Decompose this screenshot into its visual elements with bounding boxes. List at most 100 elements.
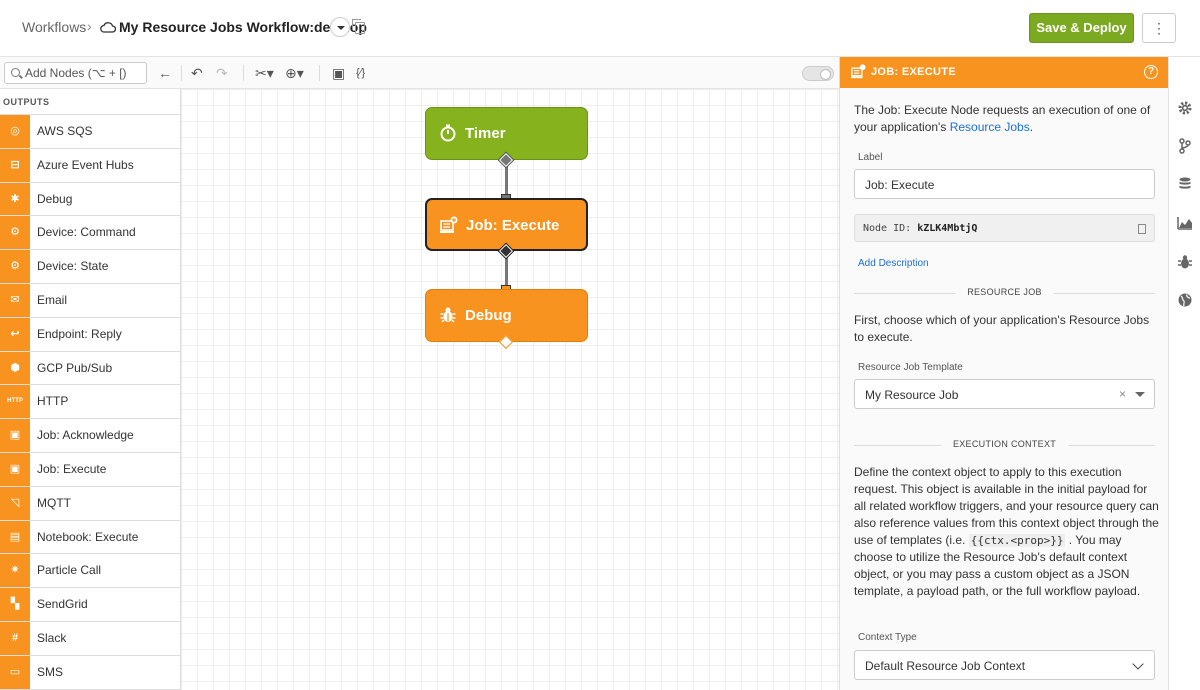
sidebar-item-endpoint-reply[interactable]: ↩ Endpoint: Reply (0, 317, 180, 352)
icon-glyph: # (11, 631, 19, 644)
aws-sqs-icon: ◎ (0, 115, 30, 148)
sidebar-item-label: Azure Event Hubs (37, 157, 134, 172)
sidebar-section-header: OUTPUTS (0, 89, 180, 115)
sidebar-item-label: Endpoint: Reply (37, 326, 122, 341)
zoom-icon[interactable]: ⊕▾ (285, 64, 304, 82)
panel-header: JOB: EXECUTE ? (840, 57, 1169, 88)
back-arrow-icon[interactable]: ← (158, 64, 172, 82)
icon-glyph: ⊟ (10, 158, 20, 171)
copy-icon[interactable] (1138, 224, 1146, 234)
chart-icon[interactable] (1177, 215, 1193, 231)
context-type-select[interactable]: Default Resource Job Context (854, 650, 1155, 680)
panel-intro: The Job: Execute Node requests an execut… (854, 102, 1159, 136)
sidebar-item-email[interactable]: ✉ Email (0, 283, 180, 318)
sidebar-item-label: Device: Command (37, 225, 136, 240)
canvas-toolbar: ← ↶ ↷ ✂▾ ⊕▾ ▣ {⁄} (0, 57, 839, 89)
chevron-down-icon[interactable] (1132, 658, 1144, 670)
canvas-toggle[interactable] (802, 66, 834, 81)
icon-glyph: ↩ (10, 327, 20, 340)
section-title: RESOURCE JOB (955, 287, 1054, 297)
endpoint-reply-icon: ↩ (0, 317, 30, 351)
sidebar-item-sms[interactable]: ▭ SMS (0, 655, 180, 690)
variables-icon[interactable]: {⁄} (356, 64, 365, 82)
sidebar-item-label: MQTT (37, 495, 71, 510)
sidebar-item-sendgrid[interactable]: ▚ SendGrid (0, 588, 180, 622)
timer-icon (440, 124, 456, 142)
icon-glyph: ▤ (9, 530, 21, 543)
workflow-canvas[interactable]: Timer Job: Execute Debug (181, 89, 839, 690)
job-execute-icon (851, 64, 866, 79)
gcp-pubsub-icon: ⬢ (0, 351, 30, 385)
help-icon[interactable]: ? (1144, 65, 1158, 79)
slack-icon: # (0, 621, 30, 655)
sidebar-item-slack[interactable]: # Slack (0, 621, 180, 656)
job-execute-icon: ▣ (0, 452, 30, 486)
sidebar-item-job-execute[interactable]: ▣ Job: Execute (0, 452, 180, 487)
sidebar-item-job-acknowledge[interactable]: ▣ Job: Acknowledge (0, 419, 180, 453)
sidebar-item-mqtt[interactable]: ◹ MQTT (0, 486, 180, 521)
icon-glyph: ✉ (10, 293, 20, 306)
icon-glyph: HTTP (7, 398, 23, 405)
branch-icon[interactable] (1177, 138, 1193, 154)
context-type-label: Context Type (858, 632, 917, 643)
undo-icon[interactable]: ↶ (191, 64, 203, 82)
sidebar-item-aws-sqs[interactable]: ◎ AWS SQS (0, 115, 180, 149)
workflow-version-dropdown[interactable] (330, 17, 350, 37)
toolbar-divider (243, 65, 244, 81)
sidebar-item-device-state[interactable]: ⚙ Device: State (0, 250, 180, 284)
breadcrumb-separator: › (87, 18, 92, 34)
sidebar-item-azure-event-hubs[interactable]: ⊟ Azure Event Hubs (0, 148, 180, 183)
mqtt-icon: ◹ (0, 486, 30, 520)
template-field-label: Resource Job Template (858, 362, 963, 373)
http-icon: HTTP (0, 385, 30, 419)
selected-context-type: Default Resource Job Context (865, 659, 1026, 673)
section-divider-resource-job: RESOURCE JOB (854, 287, 1155, 299)
sidebar-item-http[interactable]: HTTP HTTP (0, 385, 180, 420)
database-icon[interactable] (1177, 176, 1193, 192)
globe-icon[interactable] (1177, 292, 1193, 308)
sidebar-item-label: Particle Call (37, 563, 102, 578)
caret-down-icon[interactable] (1135, 392, 1145, 397)
icon-glyph: ◹ (10, 496, 20, 509)
sidebar-item-debug[interactable]: ✱ Debug (0, 182, 180, 217)
sidebar-item-gcp-pub-sub[interactable]: ⬢ GCP Pub/Sub (0, 351, 180, 386)
node-timer[interactable]: Timer (425, 107, 588, 160)
copy-icon[interactable] (352, 19, 365, 34)
resource-jobs-link[interactable]: Resource Jobs (950, 120, 1030, 134)
resource-job-template-select[interactable]: My Resource Job × (854, 379, 1155, 409)
node-id-label: Node ID: (863, 223, 912, 234)
sidebar-item-label: Email (37, 292, 68, 307)
redo-icon[interactable]: ↷ (216, 64, 228, 82)
label-input[interactable]: Job: Execute (854, 169, 1155, 199)
sidebar-item-notebook-execute[interactable]: ▤ Notebook: Execute (0, 520, 180, 555)
more-options-button[interactable]: ⋮ (1142, 13, 1176, 43)
sidebar-item-device-command[interactable]: ⚙ Device: Command (0, 216, 180, 251)
add-comment-icon[interactable]: ▣ (332, 64, 345, 82)
search-icon (11, 68, 20, 77)
sidebar-item-particle-call[interactable]: ✷ Particle Call (0, 554, 180, 589)
bug-icon[interactable] (1177, 254, 1193, 270)
icon-glyph: ⚙ (10, 260, 20, 273)
device-command-icon: ⚙ (0, 216, 30, 250)
clear-icon[interactable]: × (1119, 387, 1126, 401)
add-description-link[interactable]: Add Description (858, 258, 929, 269)
node-label: Debug (465, 307, 512, 324)
toolbar-divider (319, 65, 320, 81)
sidebar-item-label: SendGrid (37, 597, 88, 612)
node-job-execute[interactable]: Job: Execute (425, 198, 588, 251)
sidebar-item-label: SMS (37, 664, 64, 679)
sidebar-item-label: Notebook: Execute (37, 529, 139, 544)
gear-icon[interactable] (1177, 100, 1193, 116)
sidebar-item-label: Job: Acknowledge (37, 428, 134, 443)
right-icon-rail (1168, 57, 1200, 690)
job-execute-icon (440, 216, 458, 233)
add-nodes-search[interactable] (4, 62, 147, 84)
node-debug[interactable]: Debug (425, 289, 588, 342)
intro-suffix: . (1029, 120, 1034, 134)
breadcrumb-workflows[interactable]: Workflows (22, 19, 86, 35)
sidebar-item-label: Device: State (37, 259, 109, 274)
section-title: EXECUTION CONTEXT (940, 439, 1069, 449)
scissors-icon[interactable]: ✂▾ (255, 64, 274, 82)
add-nodes-input[interactable] (25, 65, 143, 81)
save-deploy-button[interactable]: Save & Deploy (1029, 13, 1134, 43)
